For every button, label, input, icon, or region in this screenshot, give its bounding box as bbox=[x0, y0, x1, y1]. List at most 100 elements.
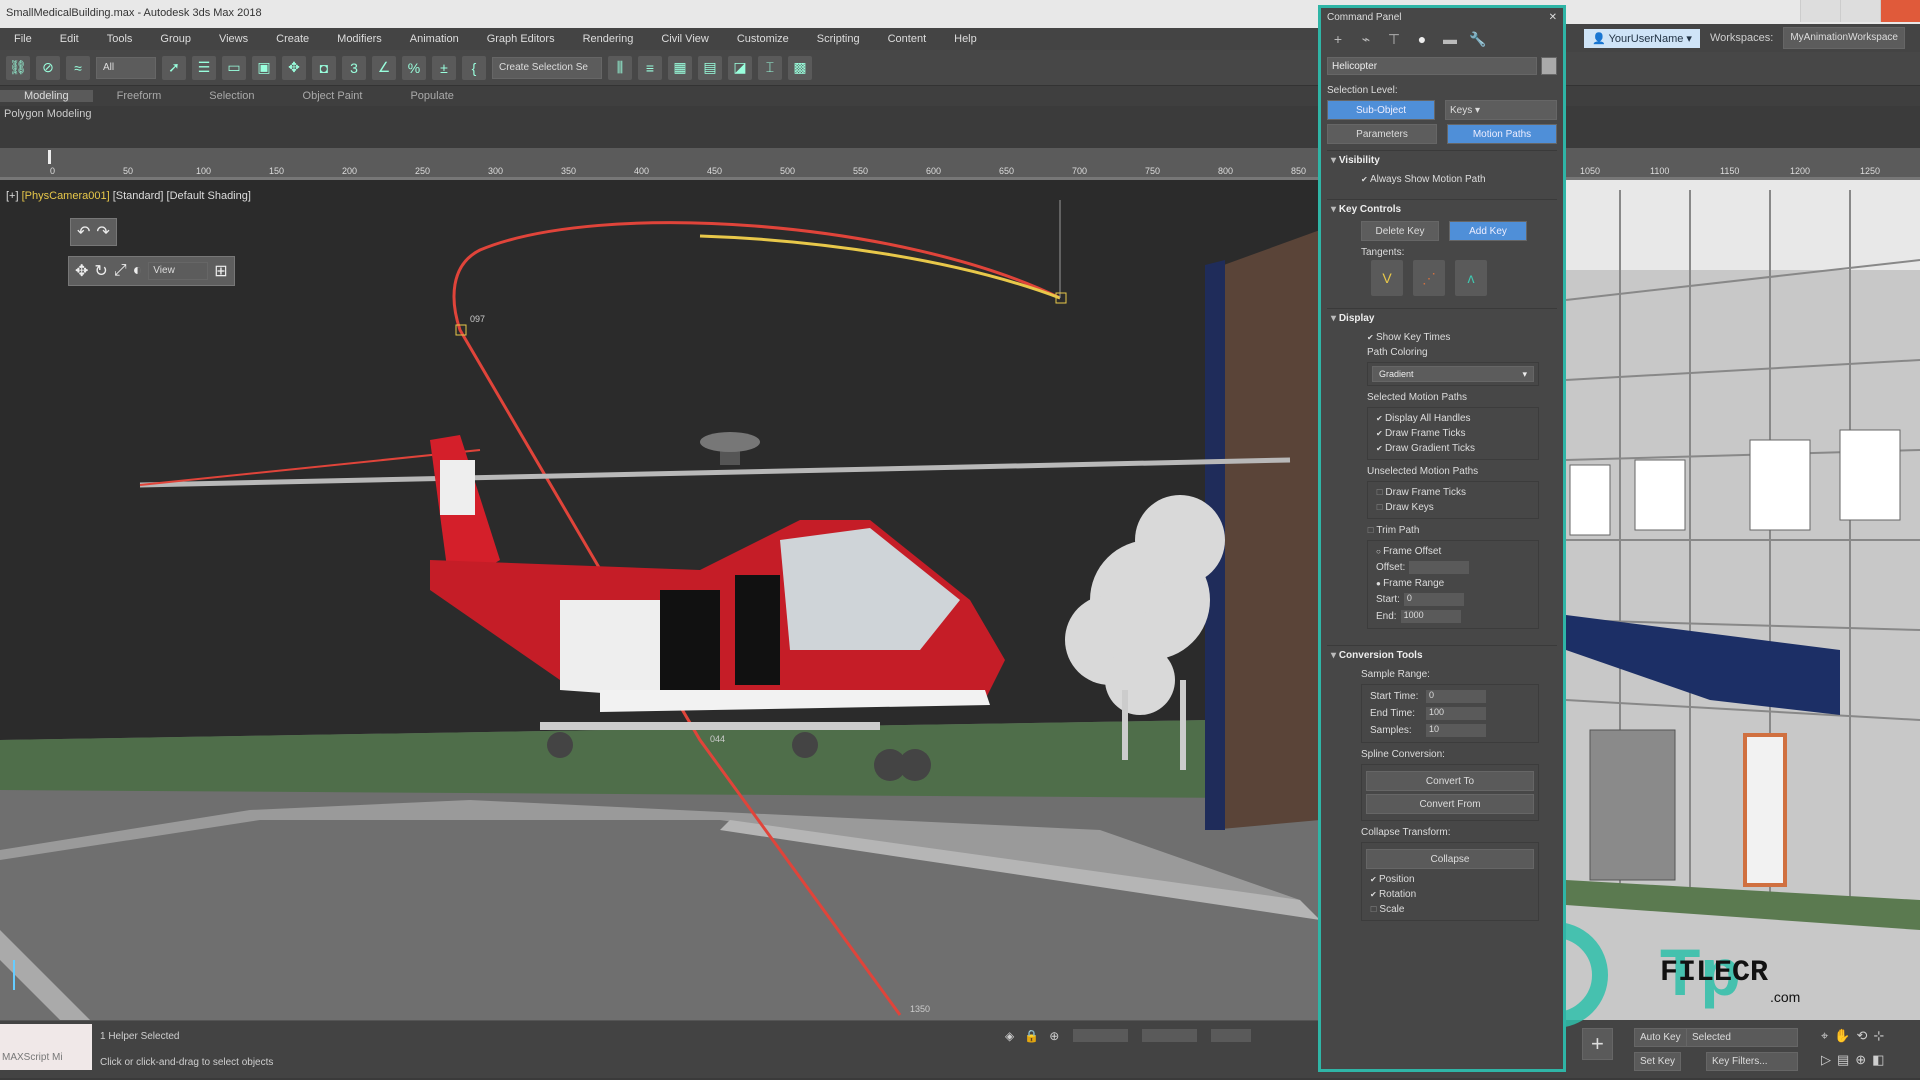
delete-key-button[interactable]: Delete Key bbox=[1361, 221, 1439, 241]
utilities-tab-icon[interactable]: 🔧 bbox=[1469, 31, 1487, 49]
rollout-title[interactable]: Conversion Tools bbox=[1327, 650, 1557, 661]
layer-explorer-icon[interactable]: ▤ bbox=[698, 55, 722, 80]
ribbon-tab-modeling[interactable]: Modeling bbox=[0, 90, 93, 102]
collapse-button[interactable]: Collapse bbox=[1366, 849, 1534, 869]
select-by-name-icon[interactable]: ☰ bbox=[192, 55, 216, 80]
redo-icon[interactable]: ↷ bbox=[96, 222, 109, 242]
menu-animation[interactable]: Animation bbox=[396, 33, 473, 45]
frame-offset-radio[interactable]: Frame Offset bbox=[1372, 544, 1534, 559]
select-object-icon[interactable]: ➚ bbox=[162, 55, 186, 80]
timeline-ruler[interactable]: 0 50 100 150 200 250 300 350 400 450 500 550 600 650 7… bbox=[0, 148, 1920, 180]
camera-viewport[interactable]: 097 044 1350 bbox=[0, 180, 1920, 1020]
reference-coordinate-dropdown[interactable]: View bbox=[148, 262, 209, 280]
absolute-mode-icon[interactable]: ⊕ bbox=[1049, 1029, 1059, 1043]
window-crossing-icon[interactable]: ▣ bbox=[252, 55, 276, 80]
end-time-spinner[interactable]: 100 bbox=[1426, 707, 1486, 720]
lock-icon[interactable]: 🔒 bbox=[1024, 1029, 1039, 1043]
menu-views[interactable]: Views bbox=[205, 33, 262, 45]
viewport-label[interactable]: [+] [PhysCamera001] [Standard] [Default … bbox=[6, 190, 251, 202]
scale-icon[interactable]: ⤢ bbox=[114, 262, 127, 280]
hierarchy-tab-icon[interactable]: ⊤ bbox=[1385, 31, 1403, 49]
percent-snap-icon[interactable]: % bbox=[402, 55, 426, 80]
ribbon-tab-populate[interactable]: Populate bbox=[386, 90, 477, 102]
edit-named-selection-icon[interactable]: { bbox=[462, 55, 486, 80]
motion-paths-tab[interactable]: Motion Paths bbox=[1447, 124, 1557, 144]
always-show-motion-path-checkbox[interactable]: Always Show Motion Path bbox=[1327, 172, 1557, 187]
maximize-button[interactable] bbox=[1840, 0, 1880, 22]
menu-scripting[interactable]: Scripting bbox=[803, 33, 874, 45]
spinner-snap-icon[interactable]: ± bbox=[432, 55, 456, 80]
start-spinner[interactable]: 0 bbox=[1403, 593, 1464, 606]
menu-rendering[interactable]: Rendering bbox=[569, 33, 648, 45]
bind-space-warp-icon[interactable]: ≈ bbox=[66, 55, 90, 80]
smooth-tangent-icon[interactable]: V bbox=[1371, 260, 1403, 296]
rollout-title[interactable]: Visibility bbox=[1327, 155, 1557, 166]
placement-icon[interactable]: ◘ bbox=[312, 55, 336, 80]
rollout-title[interactable]: Display bbox=[1327, 313, 1557, 324]
rectangle-selection-icon[interactable]: ▭ bbox=[222, 55, 246, 80]
motion-tab-icon[interactable]: ● bbox=[1413, 31, 1431, 49]
menu-group[interactable]: Group bbox=[146, 33, 205, 45]
unselected-draw-keys-checkbox[interactable]: Draw Keys bbox=[1372, 500, 1534, 515]
auto-key-button[interactable]: Auto Key bbox=[1634, 1028, 1687, 1047]
rollout-title[interactable]: Key Controls bbox=[1327, 204, 1557, 215]
close-button[interactable] bbox=[1880, 0, 1920, 22]
trim-path-checkbox[interactable]: Trim Path bbox=[1327, 523, 1557, 538]
z-coordinate-field[interactable] bbox=[1211, 1029, 1252, 1042]
menu-help[interactable]: Help bbox=[940, 33, 991, 45]
angle-snap-icon[interactable]: ∠ bbox=[372, 55, 396, 80]
y-coordinate-field[interactable] bbox=[1142, 1029, 1198, 1042]
viewport-nav-icons[interactable]: ▷▤⊕◧ bbox=[1821, 1052, 1890, 1068]
sub-object-dropdown[interactable]: Keys ▾ bbox=[1445, 100, 1557, 120]
linear-tangent-icon[interactable]: ⋰ bbox=[1413, 260, 1445, 296]
menu-tools[interactable]: Tools bbox=[93, 33, 147, 45]
new-key-icon[interactable]: + bbox=[1582, 1028, 1613, 1060]
create-tab-icon[interactable]: + bbox=[1329, 31, 1347, 49]
ribbon-tab-selection[interactable]: Selection bbox=[185, 90, 278, 102]
navigation-icons[interactable]: ⌖✋⟲⊹ bbox=[1821, 1028, 1890, 1044]
undo-icon[interactable]: ↶ bbox=[77, 222, 90, 242]
draw-gradient-ticks-checkbox[interactable]: Draw Gradient Ticks bbox=[1372, 441, 1534, 456]
menu-customize[interactable]: Customize bbox=[723, 33, 803, 45]
x-coordinate-field[interactable] bbox=[1073, 1029, 1129, 1042]
parameters-tab[interactable]: Parameters bbox=[1327, 124, 1437, 144]
key-filters-button[interactable]: Key Filters... bbox=[1706, 1052, 1798, 1071]
ribbon-tab-object-paint[interactable]: Object Paint bbox=[279, 90, 387, 102]
offset-spinner[interactable] bbox=[1409, 561, 1470, 574]
convert-from-button[interactable]: Convert From bbox=[1366, 794, 1534, 814]
unselected-draw-frame-ticks-checkbox[interactable]: Draw Frame Ticks bbox=[1372, 485, 1534, 500]
start-time-spinner[interactable]: 0 bbox=[1426, 690, 1486, 703]
object-color-swatch[interactable] bbox=[1541, 57, 1557, 75]
display-tab-icon[interactable]: ▬ bbox=[1441, 31, 1459, 49]
menu-modifiers[interactable]: Modifiers bbox=[323, 33, 396, 45]
selection-filter-dropdown[interactable]: All bbox=[96, 56, 156, 79]
sub-object-button[interactable]: Sub-Object bbox=[1327, 100, 1435, 120]
frame-range-radio[interactable]: Frame Range bbox=[1372, 576, 1534, 591]
time-slider[interactable] bbox=[48, 150, 51, 164]
samples-spinner[interactable]: 10 bbox=[1426, 724, 1486, 737]
object-name-field[interactable]: Helicopter bbox=[1327, 57, 1537, 75]
move-icon[interactable]: ✥ bbox=[282, 55, 306, 80]
schematic-view-icon[interactable]: ⌶ bbox=[758, 55, 782, 80]
viewport-menu[interactable]: [+] bbox=[6, 190, 19, 202]
viewport-shading-label[interactable]: [Standard] [Default Shading] bbox=[113, 190, 251, 202]
user-account-button[interactable]: 👤 YourUserName ▾ bbox=[1584, 28, 1700, 48]
viewport-camera-label[interactable]: [PhysCamera001] bbox=[22, 190, 110, 202]
display-all-handles-checkbox[interactable]: Display All Handles bbox=[1372, 411, 1534, 426]
scale-checkbox[interactable]: Scale bbox=[1366, 902, 1534, 917]
link-icon[interactable]: ⛓ bbox=[6, 55, 30, 80]
scene-explorer-icon[interactable]: ▦ bbox=[668, 55, 692, 80]
menu-content[interactable]: Content bbox=[874, 33, 941, 45]
convert-to-button[interactable]: Convert To bbox=[1366, 771, 1534, 791]
end-spinner[interactable]: 1000 bbox=[1400, 610, 1461, 623]
set-key-button[interactable]: Set Key bbox=[1634, 1052, 1682, 1071]
rotation-checkbox[interactable]: Rotation bbox=[1366, 887, 1534, 902]
isolate-icon[interactable]: ◈ bbox=[1005, 1029, 1014, 1043]
mirror-icon[interactable]: ⫼ bbox=[608, 55, 632, 80]
bezier-tangent-icon[interactable]: ʌ bbox=[1455, 260, 1487, 296]
ribbon-tab-freeform[interactable]: Freeform bbox=[93, 90, 186, 102]
curve-editor-icon[interactable]: ◪ bbox=[728, 55, 752, 80]
snap-toggle-icon[interactable]: 3 bbox=[342, 55, 366, 80]
workspace-dropdown[interactable]: MyAnimationWorkspace bbox=[1783, 27, 1905, 49]
unlink-icon[interactable]: ⊘ bbox=[36, 55, 60, 80]
